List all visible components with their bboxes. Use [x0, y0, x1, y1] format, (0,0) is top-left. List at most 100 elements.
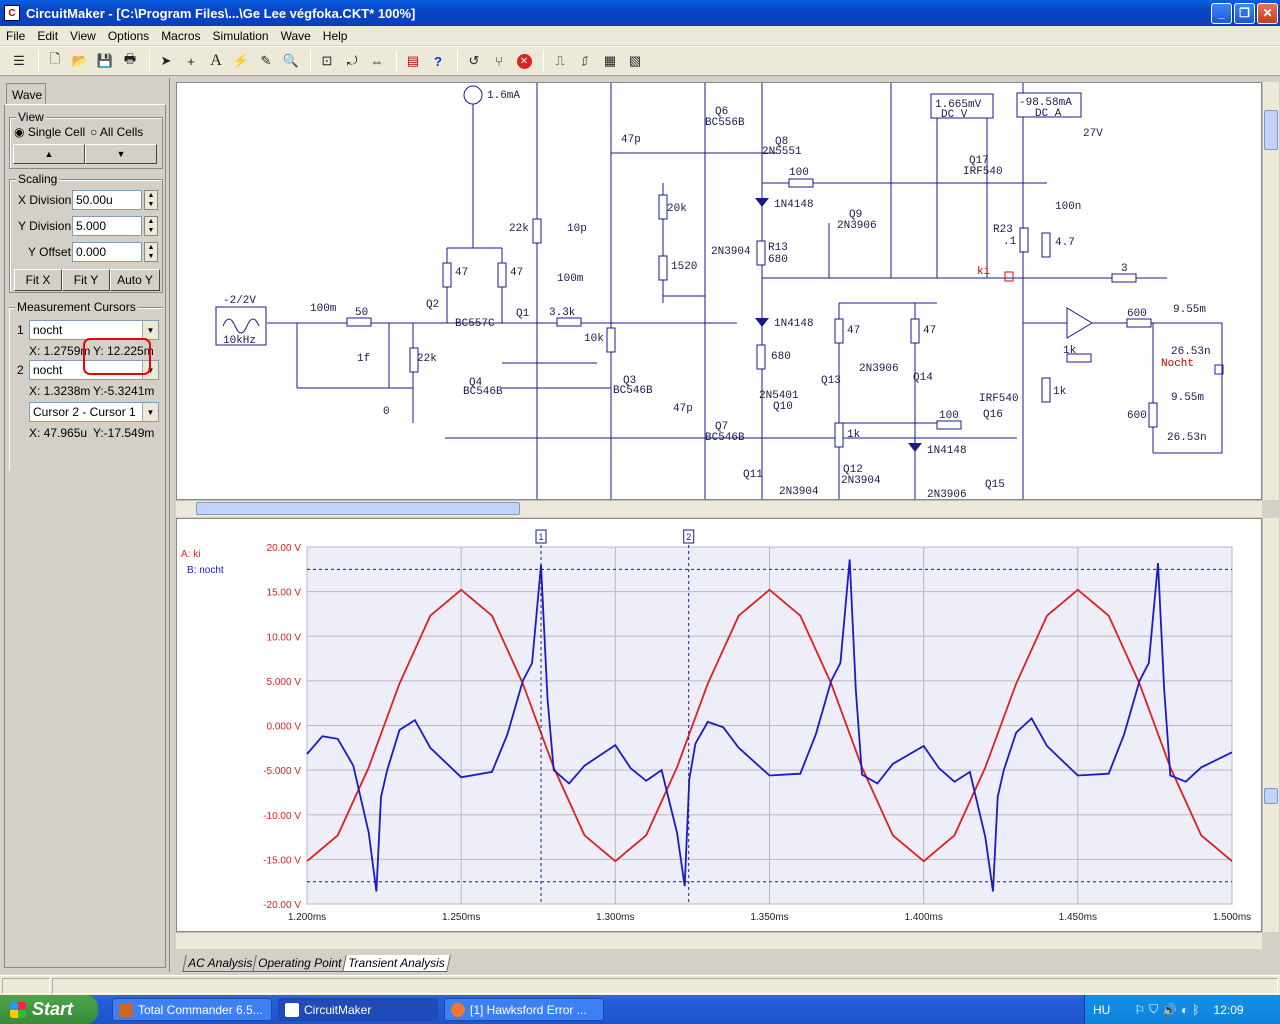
- schematic-horizontal-scrollbar[interactable]: [176, 500, 1262, 517]
- cursor-1-select[interactable]: nocht ▼: [29, 320, 159, 340]
- y-division-input[interactable]: 5.000: [72, 216, 142, 236]
- wave-window-icon[interactable]: ⎎: [574, 50, 596, 72]
- tab-wave[interactable]: Wave: [6, 83, 46, 105]
- schematic-label: 1.6mA: [487, 90, 520, 102]
- shield-icon[interactable]: ⛉: [1149, 1002, 1158, 1017]
- scaling-group: Scaling X Division 50.00u ▲ ▼ Y Division …: [9, 172, 163, 293]
- netlist-icon[interactable]: ▤: [402, 50, 424, 72]
- bluetooth-icon[interactable]: ᛒ: [1192, 1003, 1199, 1017]
- task-firefox[interactable]: [1] Hawksford Error ...: [444, 998, 604, 1021]
- menu-view[interactable]: View: [64, 29, 102, 43]
- new-file-icon[interactable]: 🗋: [44, 50, 66, 72]
- measure-tool-icon[interactable]: ✎: [255, 50, 277, 72]
- schematic-label: .1: [1003, 236, 1017, 248]
- schematic-label: 10p: [567, 223, 587, 235]
- scroll-thumb[interactable]: [1264, 788, 1278, 804]
- analysis-setup-icon[interactable]: ⎍: [549, 50, 571, 72]
- rotate-icon[interactable]: ⤾: [341, 50, 363, 72]
- waveform-horizontal-scrollbar[interactable]: [176, 932, 1262, 949]
- x-division-input[interactable]: 50.00u: [72, 190, 142, 210]
- schematic-label: 100: [789, 167, 809, 179]
- x-division-label: X Division: [18, 193, 72, 207]
- waveform-panel[interactable]: 1.200ms 1.250ms 1.300ms 1.350ms 1.400ms 1.450…: [176, 518, 1262, 932]
- arrow-tool-icon[interactable]: ➤: [155, 50, 177, 72]
- save-icon[interactable]: 💾: [94, 50, 116, 72]
- tab-operating-point[interactable]: Operating Point: [252, 955, 348, 972]
- schematic-label: 47: [923, 325, 936, 337]
- cursor-difference-value: Cursor 2 - Cursor 1: [33, 405, 136, 419]
- status-cell: [52, 978, 1278, 994]
- menu-help[interactable]: Help: [317, 29, 354, 43]
- chevron-down-icon[interactable]: ▼: [142, 403, 158, 421]
- chevron-down-icon[interactable]: ▼: [142, 321, 158, 339]
- menu-file[interactable]: File: [0, 29, 31, 43]
- restore-button[interactable]: ❐: [1234, 2, 1255, 24]
- schematic-label: BC546B: [463, 386, 503, 398]
- tab-transient-analysis-label: Transient Analysis: [347, 956, 445, 970]
- zoom-fit-icon[interactable]: ⊡: [316, 50, 338, 72]
- circuitmaker-icon[interactable]: C: [4, 5, 20, 21]
- wire-tool-icon[interactable]: +: [180, 50, 202, 72]
- open-folder-icon[interactable]: 📂: [69, 50, 91, 72]
- menu-options[interactable]: Options: [102, 29, 155, 43]
- scroll-thumb[interactable]: [196, 502, 520, 515]
- cursor-2-value: nocht: [33, 363, 63, 377]
- step-icon[interactable]: ⑂: [488, 50, 510, 72]
- close-button[interactable]: ✕: [1257, 2, 1278, 24]
- schematic-label: 680: [771, 351, 791, 363]
- cell-down-button[interactable]: ▼: [85, 144, 157, 164]
- window-title: CircuitMaker - [C:\Program Files\...\Ge …: [26, 5, 416, 21]
- tab-ac-analysis[interactable]: AC Analysis: [182, 955, 259, 972]
- help-icon[interactable]: ?: [427, 50, 449, 72]
- schematic-label: 0: [383, 406, 390, 418]
- legend-item-a[interactable]: A: ki: [181, 549, 200, 560]
- y-offset-input[interactable]: 0.000: [72, 242, 142, 262]
- menu-wave[interactable]: Wave: [275, 29, 317, 43]
- minimize-button[interactable]: _: [1211, 2, 1232, 24]
- task-total-commander[interactable]: Total Commander 6.5...: [112, 998, 272, 1021]
- legend-item-b[interactable]: B: nocht: [187, 565, 224, 576]
- menu-edit[interactable]: Edit: [31, 29, 64, 43]
- single-cell-radio[interactable]: ◉ Single Cell: [14, 125, 85, 139]
- schematic-label: Q2: [426, 299, 439, 311]
- menu-macros[interactable]: Macros: [155, 29, 206, 43]
- auto-y-button[interactable]: Auto Y: [110, 269, 160, 291]
- network-icon[interactable]: ⚐: [1134, 1003, 1145, 1017]
- y-division-spinner[interactable]: ▲ ▼: [144, 216, 158, 236]
- zoom-tool-icon[interactable]: 🔍: [280, 50, 302, 72]
- cursor-difference-select[interactable]: Cursor 2 - Cursor 1 ▼: [29, 402, 159, 422]
- waveform-vertical-scrollbar[interactable]: [1262, 518, 1279, 932]
- task-circuitmaker[interactable]: CircuitMaker: [278, 998, 438, 1021]
- all-cells-radio[interactable]: ○ All Cells: [90, 125, 143, 139]
- menu-simulation[interactable]: Simulation: [207, 29, 275, 43]
- stop-icon[interactable]: ✕: [513, 50, 535, 72]
- graph-icon[interactable]: ▦: [599, 50, 621, 72]
- mirror-icon[interactable]: ⇔: [366, 50, 388, 72]
- y-tick-label: 5.000 V: [267, 677, 302, 688]
- waveform-icon[interactable]: ▧: [624, 50, 646, 72]
- fit-x-button[interactable]: Fit X: [14, 269, 62, 291]
- print-icon[interactable]: 🖶: [119, 50, 141, 72]
- schematic-label: BC546B: [705, 432, 745, 444]
- language-indicator[interactable]: HU: [1093, 1003, 1110, 1017]
- schematic-label: 26.53n: [1167, 432, 1207, 444]
- panel-toggle-icon[interactable]: ☰: [8, 50, 30, 72]
- schematic-vertical-scrollbar[interactable]: [1262, 82, 1279, 500]
- fit-y-button[interactable]: Fit Y: [62, 269, 110, 291]
- y-offset-spinner[interactable]: ▲ ▼: [144, 242, 158, 262]
- scroll-thumb[interactable]: [1264, 110, 1278, 150]
- reset-icon[interactable]: ↺: [463, 50, 485, 72]
- tab-transient-analysis[interactable]: Transient Analysis: [341, 955, 451, 972]
- antivirus-icon[interactable]: ◐: [1181, 1003, 1188, 1017]
- speaker-icon[interactable]: 🔊: [1162, 1003, 1177, 1017]
- windows-logo-icon: [10, 1001, 26, 1018]
- start-button[interactable]: Start: [0, 995, 98, 1024]
- probe-tool-icon[interactable]: ⚡: [230, 50, 252, 72]
- text-tool-icon[interactable]: A: [205, 50, 227, 72]
- x-division-spinner[interactable]: ▲ ▼: [144, 190, 158, 210]
- taskbar: Start Total Commander 6.5... CircuitMake…: [0, 995, 1280, 1024]
- schematic-canvas[interactable]: 1.6mA Q6 BC556B 47p Q8 2N5551 1.665mV DC…: [176, 82, 1262, 500]
- schematic-label: 2N3906: [859, 363, 899, 375]
- separator: [457, 50, 458, 72]
- cell-up-button[interactable]: ▲: [13, 144, 85, 164]
